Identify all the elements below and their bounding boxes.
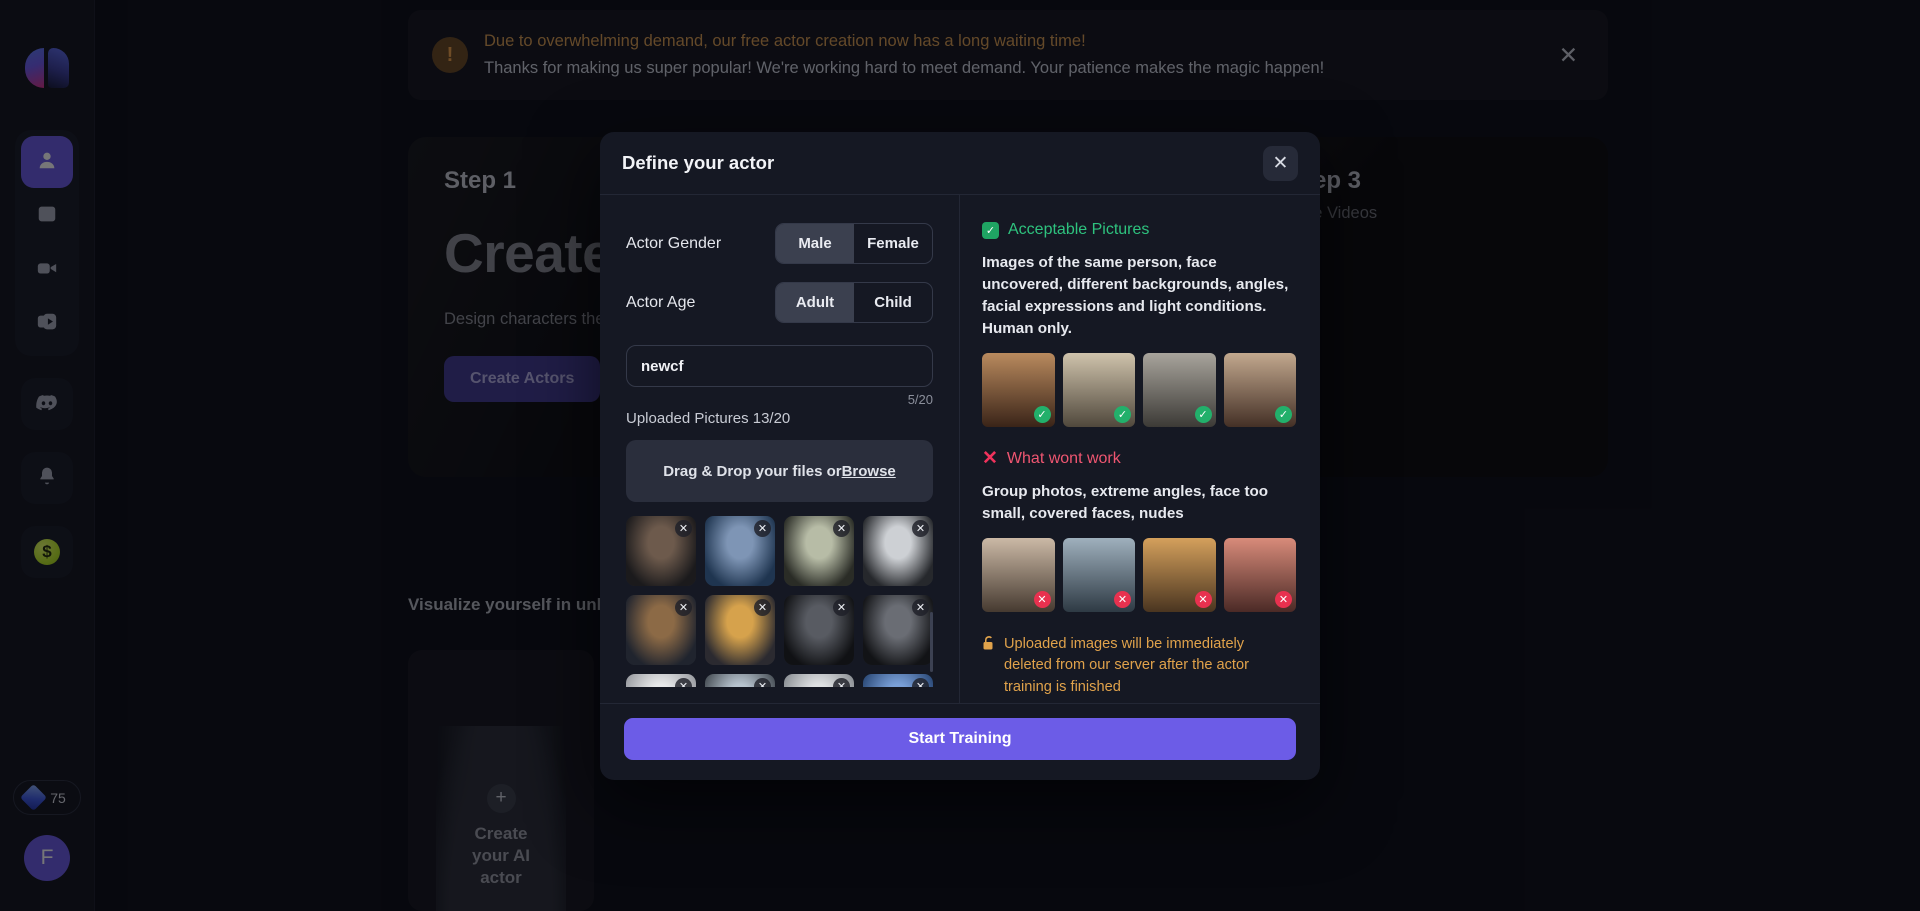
uploaded-thumbnail: ✕ — [863, 595, 933, 665]
deletion-notice: Uploaded images will be immediately dele… — [982, 634, 1296, 697]
example-x-icon: ✕ — [1194, 591, 1212, 609]
actor-name-input[interactable] — [626, 345, 933, 387]
example-x-icon: ✕ — [1275, 591, 1292, 609]
uploaded-thumbnail: ✕ — [705, 674, 775, 687]
name-char-counter: 5/20 — [907, 392, 933, 407]
wont-work-text: Group photos, extreme angles, face too s… — [982, 483, 1269, 523]
thumbnail-scrollbar[interactable] — [930, 612, 933, 672]
x-icon: ✕ — [982, 448, 998, 470]
example-check-icon: ✓ — [1194, 406, 1212, 424]
bad-example-1: ✕ — [982, 538, 1055, 613]
uploaded-pictures-count: Uploaded Pictures 13/20 — [626, 410, 791, 427]
uploaded-thumbnail: ✕ — [705, 595, 775, 665]
example-check-icon: ✓ — [1033, 406, 1051, 424]
example-x-icon: ✕ — [1114, 591, 1131, 609]
age-label: Actor Age — [626, 293, 696, 311]
uploaded-thumbnail: ✕ — [784, 595, 854, 665]
uploaded-thumbnail: ✕ — [784, 674, 854, 687]
deletion-notice-text: Uploaded images will be immediately dele… — [1004, 636, 1249, 695]
age-option-child[interactable]: Child — [854, 283, 932, 322]
start-training-button[interactable]: Start Training — [624, 718, 1296, 760]
bad-example-2: ✕ — [1062, 538, 1135, 613]
modal-right-panel: ✓ Acceptable Pictures Images of the same… — [960, 195, 1320, 761]
modal-footer: Start Training — [600, 703, 1320, 780]
remove-thumbnail-icon[interactable]: ✕ — [675, 520, 692, 537]
modal-title: Define your actor — [622, 152, 775, 173]
gender-option-female[interactable]: Female — [854, 224, 932, 263]
uploaded-thumbnail: ✕ — [626, 674, 696, 687]
acceptable-example-2: ✓ — [1062, 353, 1135, 428]
age-field-row: Actor Age Adult Child — [626, 282, 933, 323]
check-icon: ✓ — [982, 221, 999, 239]
app-root: $ 75 F ! Due to overwhelming demand, our… — [0, 0, 1920, 911]
define-actor-modal: Define your actor ✕ Actor Gender Male Fe… — [600, 132, 1320, 780]
browse-link[interactable]: Browse — [842, 463, 896, 480]
acceptable-example-4: ✓ — [1223, 353, 1296, 428]
age-segmented-control: Adult Child — [775, 282, 933, 323]
gender-label: Actor Gender — [626, 234, 722, 252]
uploaded-thumbnail: ✕ — [863, 516, 933, 586]
remove-thumbnail-icon[interactable]: ✕ — [754, 520, 771, 537]
age-option-adult[interactable]: Adult — [776, 283, 854, 322]
thumbnail-grid: ✕ ✕ ✕ ✕ ✕ ✕ ✕ ✕ ✕ ✕ ✕ ✕ — [626, 516, 933, 687]
uploaded-thumbnail: ✕ — [626, 516, 696, 586]
wont-work-header: ✕ What wont work — [982, 449, 1296, 468]
example-check-icon: ✓ — [1114, 406, 1131, 424]
example-check-icon: ✓ — [1275, 406, 1292, 424]
remove-thumbnail-icon[interactable]: ✕ — [912, 520, 929, 537]
uploaded-thumbnail: ✕ — [863, 674, 933, 687]
remove-thumbnail-icon[interactable]: ✕ — [833, 599, 850, 616]
dropzone[interactable]: Drag & Drop your files or Browse — [626, 440, 933, 502]
bad-example-4: ✕ — [1223, 538, 1296, 613]
thumbnail-scroll-area[interactable]: ✕ ✕ ✕ ✕ ✕ ✕ ✕ ✕ ✕ ✕ ✕ ✕ — [626, 516, 933, 687]
acceptable-examples: ✓ ✓ ✓ ✓ — [982, 353, 1296, 428]
uploaded-thumbnail: ✕ — [705, 516, 775, 586]
dropzone-text: Drag & Drop your files or — [663, 462, 842, 480]
wont-work-section: ✕ What wont work Group photos, extreme a… — [982, 449, 1296, 613]
acceptable-example-3: ✓ — [1143, 353, 1216, 428]
gender-segmented-control: Male Female — [775, 223, 933, 264]
close-icon[interactable]: ✕ — [1263, 145, 1298, 181]
uploaded-thumbnail: ✕ — [784, 516, 854, 586]
modal-header: Define your actor ✕ — [600, 132, 1320, 195]
acceptable-title: Acceptable Pictures — [1008, 221, 1150, 238]
remove-thumbnail-icon[interactable]: ✕ — [912, 599, 929, 616]
gender-field-row: Actor Gender Male Female — [626, 223, 933, 264]
remove-thumbnail-icon[interactable]: ✕ — [833, 520, 850, 537]
example-x-icon: ✕ — [1033, 591, 1051, 609]
acceptable-header: ✓ Acceptable Pictures — [982, 221, 1296, 239]
gender-option-male[interactable]: Male — [776, 224, 854, 263]
modal-body: Actor Gender Male Female Actor Age Adult… — [600, 195, 1320, 761]
remove-thumbnail-icon[interactable]: ✕ — [754, 599, 771, 616]
wont-work-title: What wont work — [1006, 449, 1121, 467]
bad-example-3: ✕ — [1143, 538, 1216, 613]
lock-open-icon — [982, 635, 996, 697]
acceptable-text: Images of the same person, face uncovere… — [982, 254, 1289, 338]
remove-thumbnail-icon[interactable]: ✕ — [675, 599, 692, 616]
wont-work-examples: ✕ ✕ ✕ ✕ — [982, 538, 1296, 613]
acceptable-example-1: ✓ — [982, 353, 1055, 428]
modal-left-panel: Actor Gender Male Female Actor Age Adult… — [600, 195, 960, 703]
uploaded-thumbnail: ✕ — [626, 595, 696, 665]
